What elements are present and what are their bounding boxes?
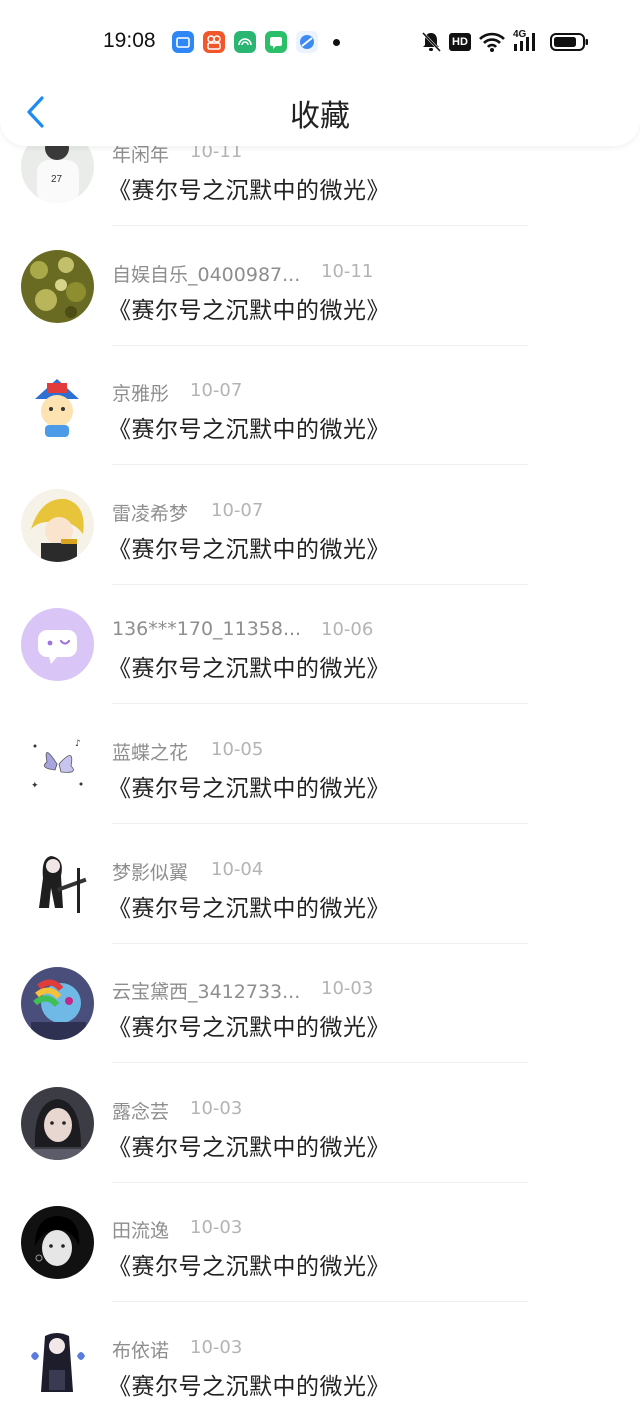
favorite-date: 10-06 [321, 619, 374, 641]
book-title[interactable]: 《赛尔号之沉默中的微光》 [108, 1367, 390, 1401]
user-avatar[interactable] [21, 608, 94, 682]
book-title[interactable]: 《赛尔号之沉默中的微光》 [108, 1128, 390, 1162]
more-notifications-dot [333, 39, 340, 46]
user-avatar[interactable] [21, 1086, 94, 1160]
user-avatar[interactable] [21, 1326, 94, 1399]
username[interactable]: 蓝蝶之花 [112, 738, 188, 765]
username[interactable]: 雷凌希梦 [112, 499, 188, 526]
hd-badge: HD [449, 33, 471, 51]
username[interactable]: 136***170_11358... [112, 618, 301, 640]
favorite-list-item[interactable]: 136***170_11358... 10-06 《赛尔号之沉默中的微光》 [0, 561, 640, 705]
video-app-icon [203, 31, 225, 53]
favorite-list-item[interactable]: 雷凌希梦 10-07 《赛尔号之沉默中的微光》 [0, 442, 640, 585]
battery-icon [550, 33, 588, 51]
favorite-list-item[interactable]: 布依诺 10-03 《赛尔号之沉默中的微光》 [0, 1279, 640, 1401]
favorite-date: 10-03 [190, 1097, 243, 1119]
mail-app-icon [172, 31, 194, 53]
favorite-date: 10-04 [211, 858, 264, 880]
favorite-list-item[interactable]: 云宝黛西_3412733... 10-03 《赛尔号之沉默中的微光》 [0, 920, 640, 1064]
username[interactable]: 云宝黛西_3412733... [112, 977, 300, 1004]
favorite-date: 10-07 [211, 499, 264, 521]
user-avatar[interactable] [21, 847, 94, 921]
favorite-date: 10-05 [211, 739, 264, 760]
book-title[interactable]: 《赛尔号之沉默中的微光》 [108, 889, 390, 923]
favorite-date: 10-03 [190, 1217, 243, 1239]
wallet-app-icon [234, 31, 256, 53]
book-title[interactable]: 《赛尔号之沉默中的微光》 [108, 1247, 390, 1281]
favorite-list-item[interactable]: 田流逸 10-03 《赛尔号之沉默中的微光》 [0, 1159, 640, 1303]
user-avatar[interactable] [21, 488, 94, 562]
book-title[interactable]: 《赛尔号之沉默中的微光》 [108, 410, 390, 444]
favorite-date: 10-03 [190, 1337, 243, 1358]
user-avatar[interactable] [21, 249, 94, 323]
username[interactable]: 布依诺 [112, 1336, 169, 1363]
favorite-list-item[interactable]: 自娱自乐_0400987... 10-11 《赛尔号之沉默中的微光》 [0, 203, 640, 346]
favorite-date: 10-11 [321, 260, 374, 282]
svg-text:✦: ✦ [31, 781, 39, 791]
book-title[interactable]: 《赛尔号之沉默中的微光》 [108, 649, 390, 683]
messages-app-icon [265, 31, 287, 53]
book-title[interactable]: 《赛尔号之沉默中的微光》 [108, 1008, 390, 1042]
username[interactable]: 自娱自乐_0400987... [112, 260, 300, 287]
favorite-list-item[interactable]: ✦ ♪ 蓝蝶之花 10-05 《赛尔号之沉默中的微光》 [0, 681, 640, 824]
browser-app-icon [296, 31, 318, 53]
favorite-date: 10-07 [190, 380, 243, 402]
favorite-list-item[interactable]: 梦影似翼 10-04 《赛尔号之沉默中的微光》 [0, 801, 640, 944]
svg-text:27: 27 [51, 174, 63, 185]
book-title[interactable]: 《赛尔号之沉默中的微光》 [108, 769, 390, 803]
book-title[interactable]: 《赛尔号之沉默中的微光》 [108, 291, 390, 325]
username[interactable]: 京雅彤 [112, 379, 169, 406]
favorite-list-item[interactable]: 露念芸 10-03 《赛尔号之沉默中的微光》 [0, 1040, 640, 1183]
user-avatar[interactable]: ✦ ♪ [21, 728, 94, 801]
status-time: 19:08 [103, 29, 156, 52]
user-avatar[interactable] [21, 1206, 94, 1280]
username[interactable]: 梦影似翼 [112, 858, 188, 885]
user-avatar[interactable] [21, 369, 94, 443]
book-title[interactable]: 《赛尔号之沉默中的微光》 [108, 171, 390, 205]
favorite-date: 10-03 [321, 978, 374, 1000]
mute-bell-icon [422, 32, 441, 52]
favorite-list-item[interactable]: 京雅彤 10-07 《赛尔号之沉默中的微光》 [0, 322, 640, 466]
page-title: 收藏 [290, 99, 350, 134]
top-header: 19:08 HD 4G 收藏 [0, 0, 640, 146]
user-avatar[interactable] [21, 967, 94, 1041]
wifi-icon [479, 32, 505, 52]
book-title[interactable]: 《赛尔号之沉默中的微光》 [108, 530, 390, 564]
svg-text:♪: ♪ [75, 739, 81, 749]
username[interactable]: 田流逸 [112, 1216, 169, 1243]
username[interactable]: 露念芸 [112, 1097, 169, 1124]
signal-strength-icon [514, 33, 535, 51]
